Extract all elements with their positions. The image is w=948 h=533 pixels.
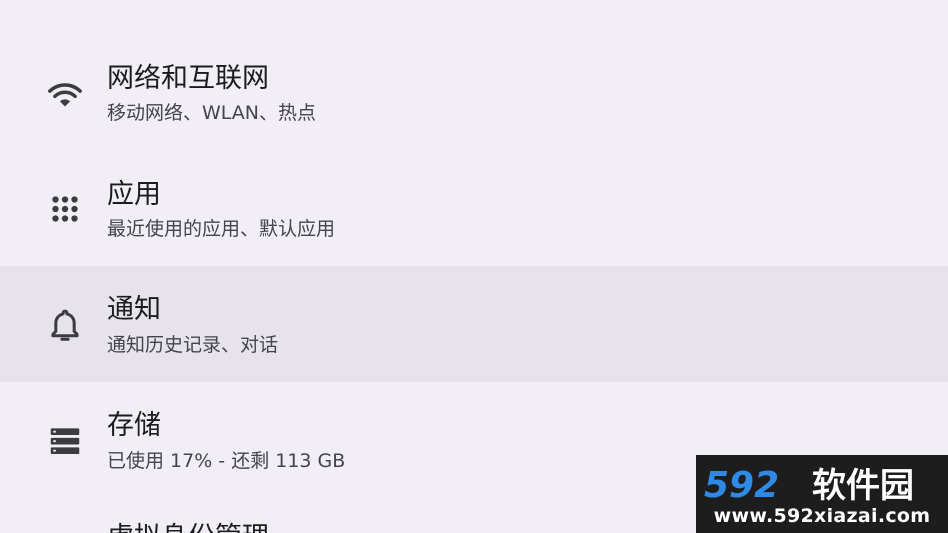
watermark-brand-number: 592 xyxy=(704,465,779,505)
apps-grid-icon xyxy=(46,190,84,228)
watermark-url: www.592xiazai.com xyxy=(713,505,931,527)
watermark-brand-text: 软件园 xyxy=(812,466,914,505)
settings-item-title: 通知 xyxy=(107,294,161,325)
settings-item-subtitle: 最近使用的应用、默认应用 xyxy=(107,218,336,240)
settings-item-title: 存储 xyxy=(107,410,161,441)
settings-item-subtitle: 移动网络、WLAN、热点 xyxy=(107,102,317,124)
settings-item-network[interactable]: 网络和互联网 移动网络、WLAN、热点 xyxy=(0,40,948,156)
settings-item-subtitle: 通知历史记录、对话 xyxy=(107,334,279,356)
settings-item-title: 应用 xyxy=(107,179,161,210)
settings-list: 网络和互联网 移动网络、WLAN、热点 应用 最近使用的应用、默认应用 通知 通… xyxy=(0,0,948,533)
bell-icon xyxy=(46,306,84,344)
storage-icon xyxy=(46,422,84,460)
settings-item-title: 网络和互联网 xyxy=(107,63,269,94)
watermark-brand: 592 软件园 xyxy=(702,461,942,505)
wifi-icon xyxy=(46,74,84,112)
watermark-logo: 592 软件园 www.592xiazai.com xyxy=(696,455,948,533)
settings-item-title: 虚拟身份管理 xyxy=(107,522,269,533)
settings-item-notifications[interactable]: 通知 通知历史记录、对话 xyxy=(0,266,948,382)
settings-item-apps[interactable]: 应用 最近使用的应用、默认应用 xyxy=(0,154,948,270)
settings-item-subtitle: 已使用 17% - 还剩 113 GB xyxy=(107,450,346,472)
